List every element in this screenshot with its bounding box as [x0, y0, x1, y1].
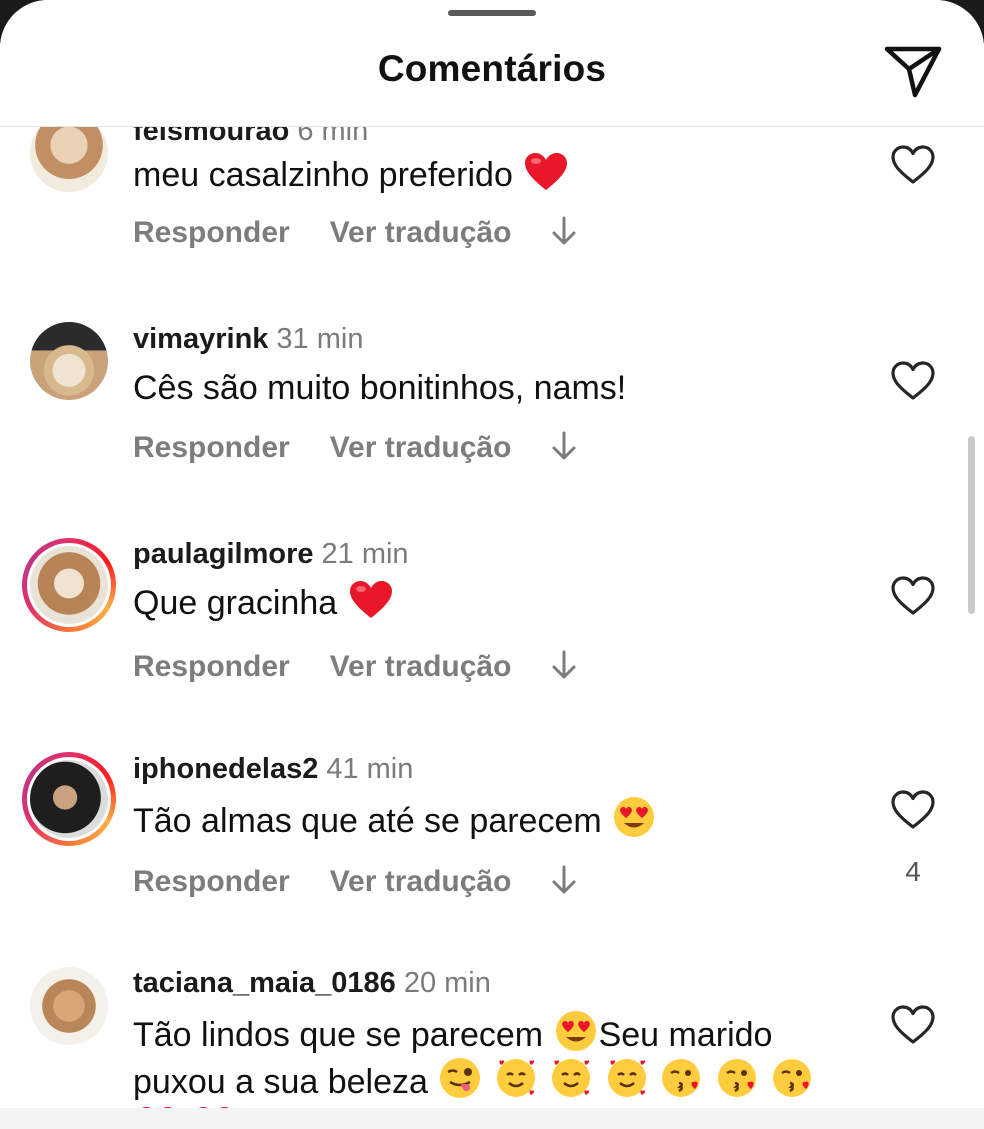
kissing-heart-icon [717, 1059, 756, 1097]
see-translation-button[interactable]: Ver tradução [330, 431, 512, 465]
username[interactable]: iphonedelas2 [133, 753, 318, 785]
comment-text-content: Tão almas que até se parecem [133, 802, 602, 840]
comment-meta: paulagilmore 21 min [133, 538, 409, 571]
scrollbar[interactable] [968, 436, 975, 614]
arrow-down-icon[interactable] [551, 216, 577, 246]
smiling-hearts-icon [552, 1059, 591, 1097]
arrow-down-icon[interactable] [551, 650, 577, 680]
comment-actions: Responder Ver tradução [133, 431, 577, 465]
page-title: Comentários [377, 48, 607, 89]
drag-handle[interactable] [448, 10, 536, 16]
comment-time: 41 min [326, 753, 414, 785]
arrow-down-icon[interactable] [551, 865, 577, 895]
comment-text: Que gracinha [133, 580, 853, 625]
heart-eyes-icon [555, 1011, 596, 1051]
bottom-edge [0, 1108, 984, 1129]
comments-header: Comentários [0, 0, 984, 127]
heart-eyes-icon [614, 797, 655, 837]
like-heart-icon[interactable] [891, 1005, 935, 1045]
like-heart-icon[interactable] [891, 576, 935, 616]
comment-text-content: meu casalzinho preferido [133, 156, 513, 194]
see-translation-button[interactable]: Ver tradução [330, 216, 512, 250]
reply-button[interactable]: Responder [133, 216, 290, 250]
reply-button[interactable]: Responder [133, 431, 290, 465]
red-heart-icon [525, 153, 568, 190]
see-translation-button[interactable]: Ver tradução [330, 865, 512, 899]
reply-button[interactable]: Responder [133, 650, 290, 684]
username[interactable]: vimayrink [133, 323, 268, 355]
comment-meta: vimayrink 31 min [133, 323, 363, 356]
paper-plane-icon[interactable] [884, 44, 942, 98]
comment-text: Cês são muito bonitinhos, nams! [133, 369, 627, 407]
comment-text-line: Tão lindos que se parecem Seu marido [133, 1010, 853, 1057]
comment-text: meu casalzinho preferido [133, 152, 853, 197]
like-heart-icon[interactable] [891, 361, 935, 401]
smiling-hearts-icon [496, 1059, 535, 1097]
winking-tongue-icon [440, 1058, 481, 1098]
see-translation-button[interactable]: Ver tradução [330, 650, 512, 684]
comment-meta: taciana_maia_0186 20 min [133, 967, 491, 1000]
comment-time: 31 min [276, 323, 364, 355]
avatar-story-ring[interactable] [22, 538, 116, 632]
kissing-heart-icon [662, 1059, 701, 1097]
arrow-down-icon[interactable] [551, 431, 577, 461]
comment-meta: iphonedelas2 41 min [133, 753, 413, 786]
comment-actions: Responder Ver tradução [133, 865, 577, 899]
smiling-hearts-icon [607, 1059, 646, 1097]
like-count[interactable]: 4 [900, 856, 926, 888]
comment-time: 20 min [403, 967, 491, 999]
username[interactable]: paulagilmore [133, 538, 314, 570]
comment-list[interactable]: feismourao 6 min meu casalzinho preferido… [0, 0, 984, 1129]
like-heart-icon[interactable] [891, 790, 935, 830]
comment-actions: Responder Ver tradução [133, 650, 577, 684]
like-heart-icon[interactable] [891, 145, 935, 185]
comment-text-content: Que gracinha [133, 584, 338, 622]
username[interactable]: taciana_maia_0186 [133, 967, 396, 999]
red-heart-icon [349, 581, 392, 618]
avatar-story-ring[interactable] [22, 752, 116, 846]
reply-button[interactable]: Responder [133, 865, 290, 899]
comment-text: Tão almas que até se parecem [133, 796, 853, 843]
comments-sheet: feismourao 6 min meu casalzinho preferido… [0, 0, 984, 1129]
comment-text-line: puxou a sua beleza [133, 1057, 853, 1104]
kissing-heart-icon [773, 1059, 812, 1097]
avatar[interactable] [22, 959, 116, 1053]
comment-time: 21 min [321, 538, 409, 570]
comment-actions: Responder Ver tradução [133, 216, 577, 250]
avatar[interactable] [22, 314, 116, 408]
